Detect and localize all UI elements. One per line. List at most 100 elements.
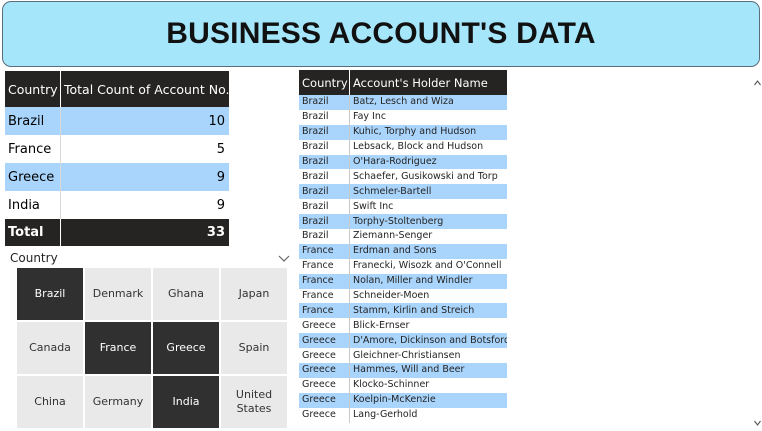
table-row[interactable]: Brazil Schaefer, Gusikowski and Torp (299, 169, 507, 185)
detail-holder-cell: Blick-Ernser (353, 319, 410, 331)
detail-country-cell: Greece (299, 377, 350, 393)
table-row[interactable]: Greece Hammes, Will and Beer (299, 363, 507, 378)
table-row[interactable]: Greece D'Amore, Dickinson and Botsford (299, 333, 507, 349)
table-row[interactable]: Greece Lang-Gerhold (299, 407, 507, 423)
detail-holder-cell: Schaefer, Gusikowski and Torp (353, 170, 498, 182)
slicer-title: Country (10, 251, 58, 265)
chevron-down-icon[interactable] (278, 252, 290, 262)
summary-col-count[interactable]: Total Count of Account No. (60, 71, 229, 107)
slicer-tile[interactable]: Japan (221, 268, 287, 320)
detail-table: Country Account's Holder Name Brazil Batz… (299, 70, 507, 423)
slicer-tile[interactable]: China (17, 376, 83, 428)
summary-row[interactable]: France 5 (5, 135, 229, 163)
detail-holder-cell: O'Hara-Rodriguez (349, 154, 507, 170)
table-row[interactable]: Brazil Schmeler-Bartell (299, 184, 507, 200)
table-row[interactable]: France Nolan, Miller and Windler (299, 273, 507, 289)
detail-header-row: Country Account's Holder Name (299, 70, 507, 95)
detail-table-viewport[interactable]: Country Account's Holder Name Brazil Batz… (299, 70, 507, 428)
detail-country-cell: Brazil (299, 184, 350, 200)
detail-country-cell: Brazil (299, 139, 350, 155)
detail-holder-cell: Schmeler-Bartell (349, 184, 507, 200)
summary-table: Country Total Count of Account No. Brazi… (5, 71, 229, 246)
detail-country-cell: Greece (299, 348, 350, 364)
summary-count-cell: 5 (216, 141, 225, 157)
slicer-tile[interactable]: Germany (85, 376, 151, 428)
detail-country-cell: Brazil (299, 154, 350, 170)
table-row[interactable]: France Franecki, Wisozk and O'Connell (299, 258, 507, 274)
country-slicer-tiles: Brazil Denmark Ghana Japan Canada France Greec… (17, 268, 287, 428)
table-row[interactable]: Brazil O'Hara-Rodriguez (299, 154, 507, 170)
detail-holder-cell: Torphy-Stoltenberg (349, 214, 507, 230)
table-row[interactable]: Brazil Ziemann-Senger (299, 229, 507, 244)
table-row[interactable]: Brazil Lebsack, Block and Hudson (299, 139, 507, 155)
table-row[interactable]: Greece Klocko-Schinner (299, 377, 507, 393)
slicer-tile[interactable]: Denmark (85, 268, 151, 320)
slicer-tile[interactable]: Spain (221, 322, 287, 374)
table-row[interactable]: France Stamm, Kirlin and Streich (299, 303, 507, 319)
detail-country-cell: France (299, 303, 350, 319)
detail-country-cell: Greece (299, 318, 350, 334)
detail-country-cell: France (299, 243, 350, 259)
slicer-tile[interactable]: United States (221, 376, 287, 428)
slicer-tile[interactable]: France (85, 322, 151, 374)
summary-country-cell: France (5, 135, 61, 163)
summary-count-cell: 9 (60, 163, 229, 191)
detail-country-cell: Greece (299, 407, 350, 423)
summary-col-country[interactable]: Country (5, 71, 61, 107)
scroll-down-arrow-icon[interactable] (753, 412, 762, 426)
detail-col-holder[interactable]: Account's Holder Name (349, 70, 507, 95)
detail-holder-cell: Swift Inc (353, 200, 394, 212)
slicer-tile[interactable]: Canada (17, 322, 83, 374)
table-row[interactable]: Brazil Torphy-Stoltenberg (299, 214, 507, 230)
page-title: BUSINESS ACCOUNT'S DATA (166, 17, 596, 50)
slicer-tile[interactable]: Ghana (153, 268, 219, 320)
summary-header-row: Country Total Count of Account No. (5, 71, 229, 107)
detail-holder-cell: Hammes, Will and Beer (349, 363, 507, 378)
slicer-tile[interactable]: Greece (153, 322, 219, 374)
slicer-tile[interactable]: India (153, 376, 219, 428)
table-row[interactable]: Greece Blick-Ernser (299, 318, 507, 334)
table-row[interactable]: Brazil Fay Inc (299, 109, 507, 125)
detail-holder-cell: Erdman and Sons (349, 243, 507, 259)
detail-country-cell: Brazil (299, 169, 350, 185)
report-header: BUSINESS ACCOUNT'S DATA (2, 1, 760, 67)
detail-country-cell: Brazil (299, 109, 350, 125)
table-row[interactable]: France Erdman and Sons (299, 243, 507, 259)
detail-country-cell: Brazil (299, 214, 350, 230)
detail-holder-cell: D'Amore, Dickinson and Botsford (349, 333, 507, 349)
detail-holder-cell: Lebsack, Block and Hudson (353, 141, 484, 153)
table-row[interactable]: Brazil Swift Inc (299, 199, 507, 215)
detail-country-cell: France (299, 288, 350, 304)
detail-country-cell: Greece (299, 333, 350, 349)
summary-country-cell: Brazil (5, 107, 61, 135)
detail-holder-cell: Lang-Gerhold (353, 409, 418, 421)
summary-row[interactable]: India 9 (5, 191, 229, 219)
table-row[interactable]: France Schneider-Moen (299, 288, 507, 304)
summary-country-cell: India (5, 191, 61, 219)
table-row[interactable]: Greece Koelpin-McKenzie (299, 392, 507, 408)
page-scrollbar[interactable] (753, 72, 762, 426)
detail-holder-cell: Franecki, Wisozk and O'Connell (353, 260, 502, 272)
total-label: Total (5, 219, 61, 246)
detail-country-cell: France (299, 258, 350, 274)
detail-holder-cell: Ziemann-Senger (353, 230, 433, 242)
detail-col-country[interactable]: Country (299, 70, 350, 95)
detail-country-cell: Greece (299, 392, 350, 408)
summary-row[interactable]: Greece 9 (5, 163, 229, 191)
scroll-up-arrow-icon[interactable] (753, 72, 762, 86)
table-row[interactable]: Brazil Kuhic, Torphy and Hudson (299, 124, 507, 140)
detail-holder-cell: Kuhic, Torphy and Hudson (349, 124, 507, 140)
summary-count-cell: 9 (216, 197, 225, 213)
total-value: 33 (60, 219, 229, 246)
detail-country-cell: Brazil (299, 199, 350, 215)
detail-country-cell: Brazil (299, 95, 350, 110)
summary-country-cell: Greece (5, 163, 61, 191)
table-row[interactable]: Brazil Batz, Lesch and Wiza (299, 95, 507, 110)
detail-holder-cell: Gleichner-Christiansen (353, 349, 461, 361)
summary-count-cell: 10 (60, 107, 229, 135)
slicer-tile[interactable]: Brazil (17, 268, 83, 320)
summary-total-row: Total 33 (5, 219, 229, 246)
detail-holder-cell: Klocko-Schinner (353, 379, 430, 391)
summary-row[interactable]: Brazil 10 (5, 107, 229, 135)
table-row[interactable]: Greece Gleichner-Christiansen (299, 348, 507, 364)
